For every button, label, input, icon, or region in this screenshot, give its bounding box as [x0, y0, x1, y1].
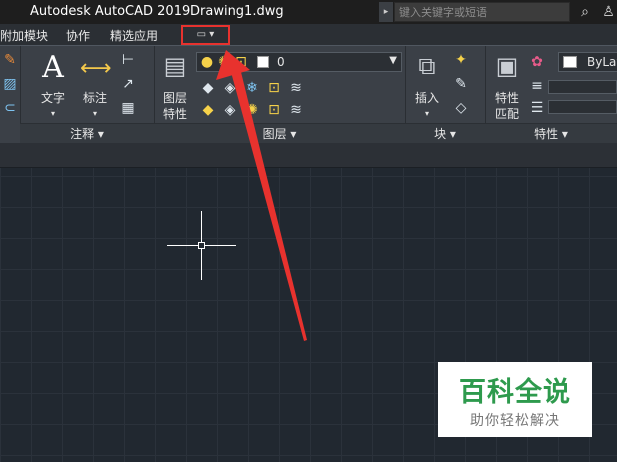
file-name: Drawing1.dwg: [190, 4, 284, 19]
title-bar: Autodesk AutoCAD 2019 Drawing1.dwg ▸ 键入关…: [0, 0, 617, 24]
block-panel-title[interactable]: 块 ▾: [405, 123, 485, 144]
insert-button[interactable]: 插入: [410, 89, 444, 106]
layer-properties-icon[interactable]: ▤: [160, 52, 190, 80]
dimension-button[interactable]: 标注: [80, 89, 110, 106]
watermark-subtitle: 助你轻松解决: [470, 413, 560, 429]
ribbon-panel: ✎ ▨ ⊂ A 文字 ▾ ⟷ 标注 ▾ ⊢ ↗ ▦ 注释 ▾ ▤ 图层 特性 ●…: [0, 45, 617, 144]
layer-lock-icon[interactable]: ⊡: [266, 80, 282, 96]
tab-collaborate[interactable]: 协作: [66, 27, 90, 44]
layer-properties-label: 特性: [162, 107, 187, 121]
text-button[interactable]: 文字: [38, 89, 68, 106]
linetype-dropdown[interactable]: [548, 100, 617, 114]
region-icon[interactable]: ⊂: [2, 100, 18, 116]
chevron-down-icon[interactable]: ▾: [422, 106, 432, 122]
lightbulb-icon[interactable]: ●: [200, 54, 214, 70]
tab-featured-apps[interactable]: 精选应用: [110, 27, 158, 44]
linetype-icon[interactable]: ☰: [528, 100, 546, 116]
color-swatch: [563, 56, 577, 68]
hatch-icon[interactable]: ▨: [2, 76, 18, 92]
block-attribute-icon[interactable]: ◇: [452, 100, 470, 116]
current-layer-name: 0: [277, 55, 285, 69]
linear-dim-icon[interactable]: ⊢: [118, 52, 138, 68]
chevron-down-icon[interactable]: ▾: [48, 106, 58, 122]
color-dropdown[interactable]: ByLayer: [558, 52, 617, 72]
edit-block-icon[interactable]: ✎: [452, 76, 470, 92]
insert-block-icon[interactable]: ⧉: [412, 52, 442, 80]
layer-on-icon[interactable]: ◆: [200, 102, 216, 118]
match-properties-icon[interactable]: ▣: [492, 52, 522, 80]
search-input[interactable]: 键入关键字或短语: [394, 2, 570, 22]
table-icon[interactable]: ▦: [118, 100, 138, 116]
watermark-title: 百科全说: [459, 377, 571, 408]
layer-color-swatch[interactable]: [257, 56, 269, 68]
color-wheel-icon[interactable]: ✿: [528, 54, 546, 70]
annotation-panel-title[interactable]: 注释 ▾: [20, 123, 154, 144]
layer-freeze-icon[interactable]: ❄: [244, 80, 260, 96]
layer-thaw-icon[interactable]: ✺: [244, 102, 260, 118]
leader-icon[interactable]: ↗: [118, 76, 138, 92]
crosshair-pickbox: [198, 242, 205, 249]
properties-panel-title[interactable]: 特性 ▾: [485, 123, 617, 144]
layer-unlock-icon[interactable]: ⊡: [266, 102, 282, 118]
lineweight-icon[interactable]: ≡: [528, 78, 546, 94]
match-properties-label: 匹配: [494, 107, 519, 121]
layers-panel-title[interactable]: 图层 ▾: [154, 123, 405, 144]
file-tab-strip: [0, 143, 617, 168]
create-block-icon[interactable]: ✦: [452, 52, 470, 68]
sun-icon[interactable]: ✺: [217, 54, 231, 70]
text-icon[interactable]: A: [38, 52, 68, 84]
layer-off-icon[interactable]: ◆: [200, 80, 216, 96]
layer-isolate-icon[interactable]: ◈: [222, 80, 238, 96]
tab-addins[interactable]: 附加模块: [0, 27, 48, 44]
ribbon-minimize-toggle-button[interactable]: ▭ ▾: [181, 25, 230, 45]
binoculars-icon[interactable]: ⌕: [576, 3, 594, 21]
ribbon-tab-bar: 附加模块 协作 精选应用 ▭ ▾: [0, 24, 617, 45]
color-value: ByLayer: [587, 55, 617, 69]
chevron-down-icon[interactable]: ▾: [90, 106, 100, 122]
lineweight-dropdown[interactable]: [548, 80, 617, 94]
match-properties-button[interactable]: 特性: [490, 89, 524, 106]
search-expand-button[interactable]: ▸: [379, 2, 393, 22]
layer-properties-button[interactable]: 图层: [158, 89, 192, 106]
watermark-logo: 百科全说 助你轻松解决: [438, 362, 592, 437]
chevron-down-icon[interactable]: ▼: [389, 55, 397, 66]
user-icon[interactable]: ♙: [600, 3, 617, 21]
layer-unisolate-icon[interactable]: ◈: [222, 102, 238, 118]
layer-match-icon[interactable]: ≋: [288, 80, 304, 96]
dimension-icon[interactable]: ⟷: [80, 56, 112, 82]
app-title: Autodesk AutoCAD 2019: [30, 4, 191, 19]
pencil-icon[interactable]: ✎: [2, 52, 18, 68]
layer-walk-icon[interactable]: ≋: [288, 102, 304, 118]
lock-icon[interactable]: ⊡: [234, 54, 248, 70]
layer-dropdown[interactable]: ● ✺ ⊡ 0 ▼: [196, 52, 402, 72]
